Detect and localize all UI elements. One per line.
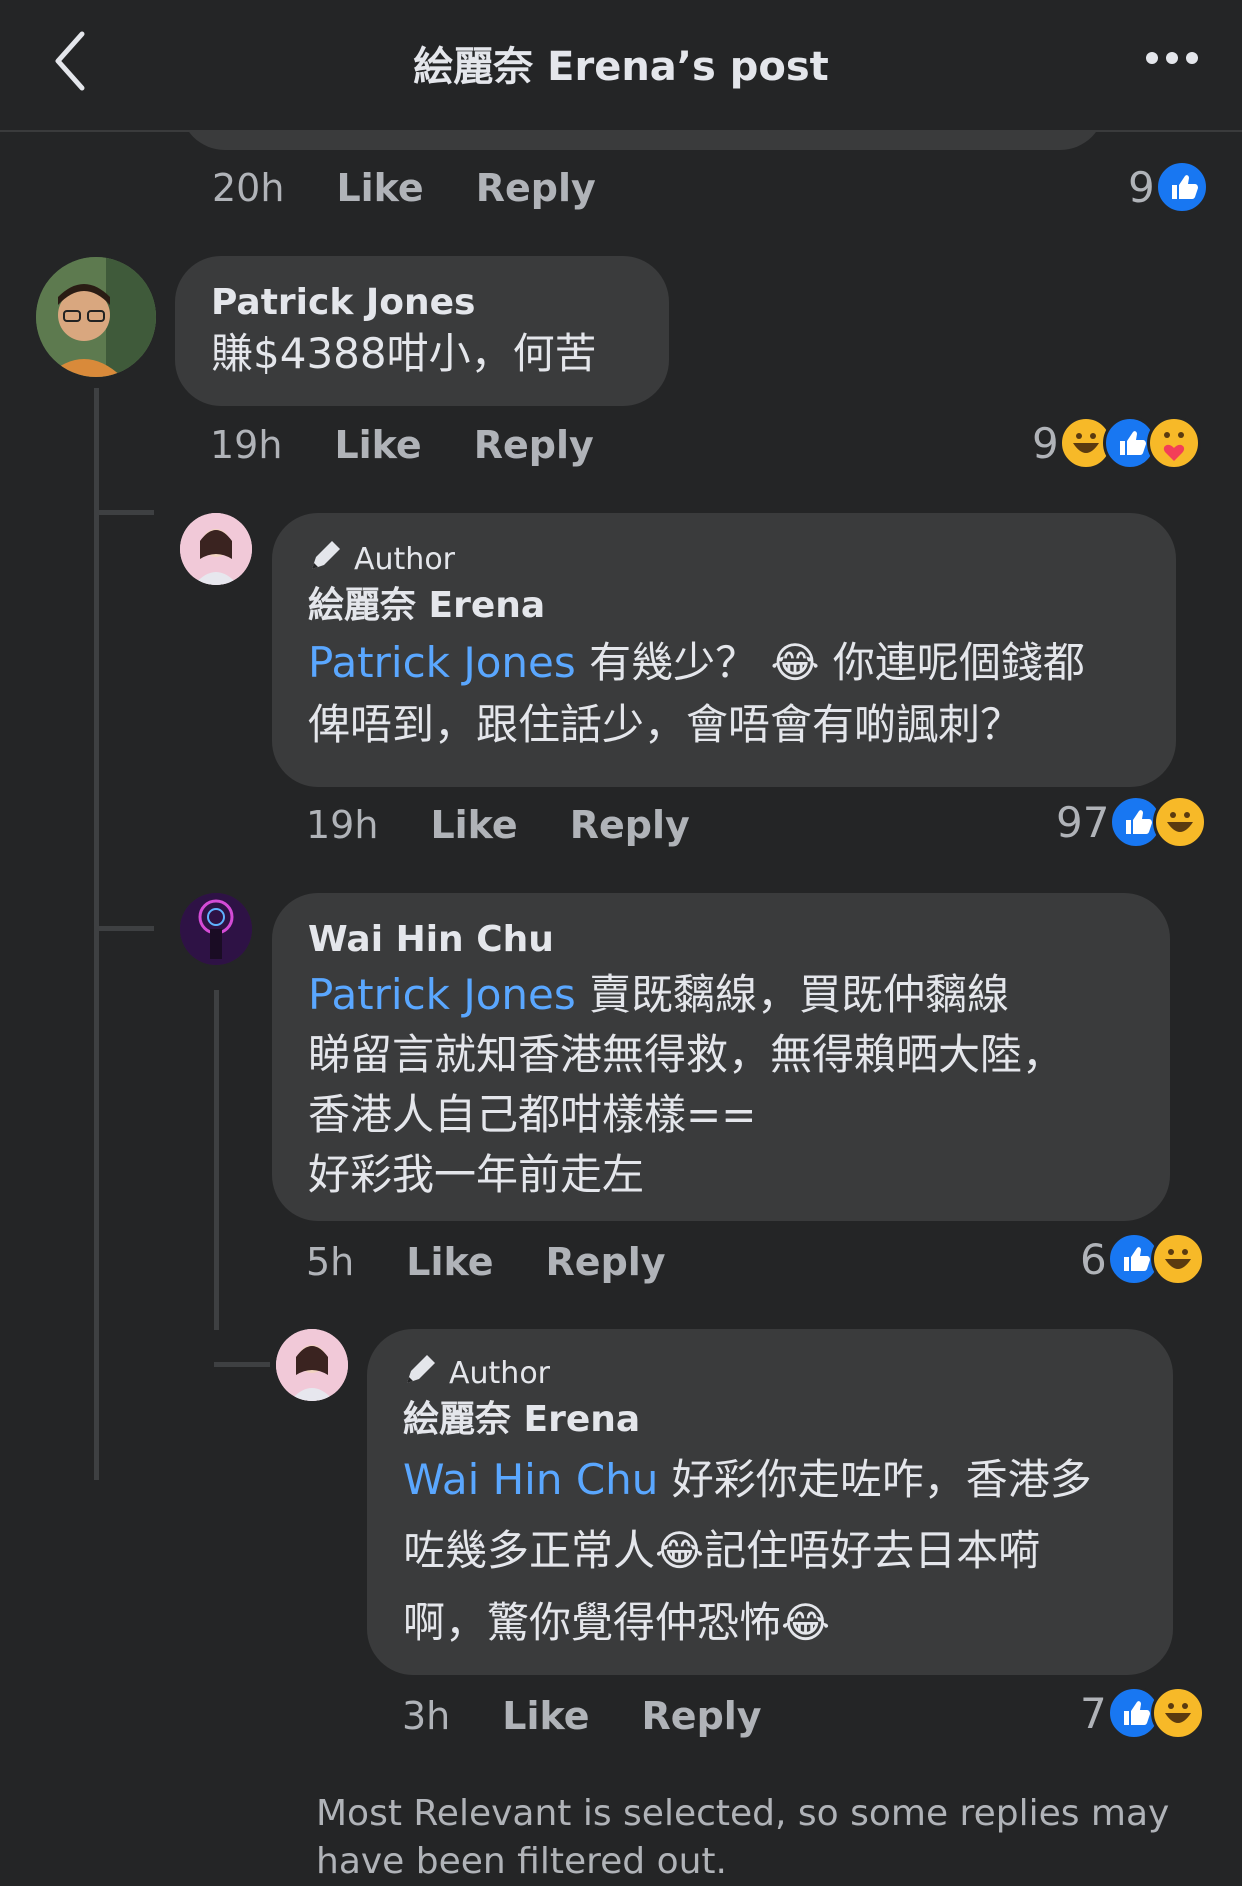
comment-text: 好彩你走咗咋，香港多 — [658, 1455, 1092, 1504]
avatar[interactable] — [180, 513, 252, 585]
pencil-icon — [403, 1351, 439, 1395]
comment-time: 19h — [306, 803, 379, 847]
comment-time: 19h — [210, 423, 283, 467]
comment-actions: 19h Like Reply — [210, 423, 594, 467]
reaction-count: 6 — [1080, 1234, 1107, 1284]
like-button[interactable]: Like — [336, 166, 423, 210]
comment-author[interactable]: 絵麗奈 Erena — [308, 581, 1140, 631]
author-badge: Author — [308, 537, 1140, 581]
reaction-summary[interactable]: 9 — [1128, 160, 1209, 214]
mention-link[interactable]: Patrick Jones — [308, 638, 576, 687]
author-badge-label: Author — [449, 1355, 551, 1391]
thread-line — [94, 388, 99, 1480]
reaction-count: 97 — [1056, 797, 1110, 847]
comment-actions: 3h Like Reply — [402, 1694, 762, 1738]
reaction-count: 7 — [1080, 1688, 1107, 1738]
author-badge-label: Author — [354, 541, 456, 577]
pencil-icon — [308, 537, 344, 581]
comment-time: 3h — [402, 1694, 451, 1738]
comment-text: 啊，驚你覺得仲恐怖😂 — [403, 1598, 831, 1647]
comment-text: 俾唔到，跟住話少，會唔會有啲諷刺？ — [308, 700, 1023, 749]
comment-text: 香港人自己都咁樣樣== — [308, 1090, 757, 1139]
reaction-summary[interactable]: 9 — [1032, 416, 1201, 470]
reply-button[interactable]: Reply — [642, 1694, 762, 1738]
page-title: 絵麗奈 Erena’s post — [413, 44, 829, 90]
like-button[interactable]: Like — [406, 1240, 493, 1284]
author-badge: Author — [403, 1351, 1137, 1395]
thread-line — [214, 990, 219, 1330]
thread-branch — [94, 510, 154, 515]
like-button[interactable]: Like — [430, 803, 517, 847]
comment-text: 賺$4388咁小，何苦 — [211, 329, 597, 378]
comment-bubble: Author 絵麗奈 Erena Wai Hin Chu 好彩你走咗咋，香港多 … — [367, 1329, 1173, 1675]
thread-branch — [214, 1362, 270, 1367]
reaction-count: 9 — [1032, 418, 1059, 468]
comment-bubble: Wai Hin Chu Patrick Jones 賣既黐線，買既仲黐線 睇留言… — [272, 893, 1170, 1221]
avatar[interactable] — [180, 893, 252, 965]
thread-branch — [94, 926, 154, 931]
like-button[interactable]: Like — [502, 1694, 589, 1738]
mention-link[interactable]: Patrick Jones — [308, 970, 576, 1019]
mention-link[interactable]: Wai Hin Chu — [403, 1455, 658, 1504]
more-options-icon[interactable] — [1142, 44, 1202, 76]
comment-text: 賣既黐線，買既仲黐線 — [575, 970, 1010, 1019]
comment-actions: 19h Like Reply — [306, 803, 690, 847]
reaction-summary[interactable]: 7 — [1080, 1686, 1205, 1740]
filter-notice: Most Relevant is selected, so some repli… — [316, 1793, 1170, 1882]
care-icon — [1146, 416, 1201, 470]
comment-bubble: Patrick Jones 賺$4388咁小，何苦 — [175, 256, 669, 406]
comment-author[interactable]: Patrick Jones — [211, 280, 633, 326]
reply-button[interactable]: Reply — [546, 1240, 666, 1284]
previous-comment-actions: 20h Like Reply — [212, 166, 596, 210]
comment-time: 20h — [212, 166, 285, 210]
comment-bubble: Author 絵麗奈 Erena Patrick Jones 有幾少？ 😂 你連… — [272, 513, 1176, 787]
top-bar: 絵麗奈 Erena’s post — [0, 0, 1242, 132]
avatar[interactable] — [276, 1329, 348, 1401]
comment-text: 咗幾多正常人😂記住唔好去日本嗬 — [403, 1526, 1041, 1575]
comment-text: 好彩我一年前走左 — [308, 1150, 645, 1199]
reply-button[interactable]: Reply — [474, 423, 594, 467]
like-button[interactable]: Like — [334, 423, 421, 467]
haha-icon — [1150, 1232, 1205, 1286]
comment-text: 睇留言就知香港無得救，無得賴晒大陸， — [308, 1030, 1065, 1079]
like-icon — [1154, 160, 1209, 214]
reply-button[interactable]: Reply — [570, 803, 690, 847]
comment-time: 5h — [306, 1240, 355, 1284]
haha-icon — [1150, 1686, 1205, 1740]
reaction-summary[interactable]: 97 — [1056, 795, 1208, 849]
comment-author[interactable]: 絵麗奈 Erena — [403, 1395, 1137, 1445]
avatar[interactable] — [36, 257, 156, 377]
reply-button[interactable]: Reply — [476, 166, 596, 210]
comment-actions: 5h Like Reply — [306, 1240, 666, 1284]
reaction-count: 9 — [1128, 162, 1155, 212]
reaction-summary[interactable]: 6 — [1080, 1232, 1205, 1286]
haha-icon — [1153, 795, 1208, 849]
comment-author[interactable]: Wai Hin Chu — [308, 915, 1134, 965]
comment-text: 有幾少？ 😂 你連呢個錢都 — [575, 638, 1085, 687]
